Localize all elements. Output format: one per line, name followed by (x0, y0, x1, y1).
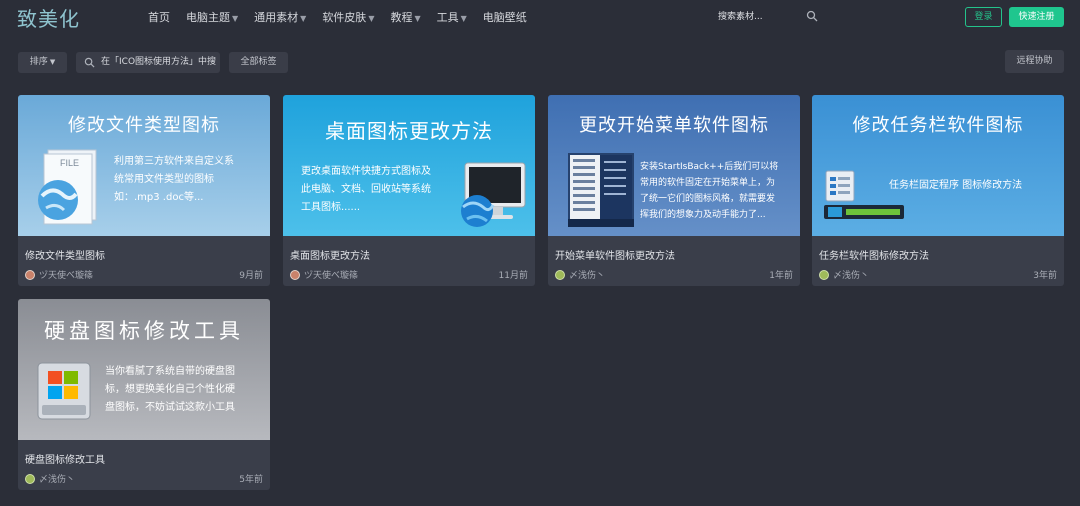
author-name: 〆浅伤丶 (39, 475, 76, 485)
start-menu-screenshot-icon (568, 153, 634, 227)
search-value: 在「ICO图标使用方法」中搜 (101, 57, 217, 67)
sort-button[interactable]: 排序 ▼ (18, 52, 67, 73)
thumb-title: 修改任务栏软件图标 (852, 115, 1024, 136)
avatar (25, 473, 35, 484)
card-author[interactable]: ヅ天使べ璇篠 (290, 268, 358, 281)
register-button[interactable]: 快速注册 (1009, 7, 1064, 27)
author-name: ヅ天使べ璇篠 (304, 271, 359, 281)
filter-toolbar: 排序 ▼ 在「ICO图标使用方法」中搜 全部标签 远程协助 (0, 50, 1080, 74)
card-thumbnail: 桌面图标更改方法 更改桌面软件快捷方式图标及 此电脑、文档、回收站等系统 工具图… (283, 95, 535, 236)
chevron-down-icon: ▼ (460, 14, 467, 23)
author-name: 〆浅伤丶 (569, 271, 606, 281)
desc-line: 当你看腻了系统自带的硬盘图 (105, 366, 235, 377)
article-card[interactable]: 硬盘图标修改工具 当你看腻了系统自带的硬盘图 标，想更换美化自己个性化硬 盘图标… (18, 299, 270, 490)
chevron-down-icon: ▼ (368, 14, 375, 23)
nav-label: 通用素材 (254, 11, 299, 24)
avatar (555, 269, 565, 280)
nav-label: 教程 (390, 11, 413, 24)
desc-line: 安装StartIsBack++后我们可以将 (640, 162, 779, 172)
chevron-down-icon: ▼ (232, 14, 239, 23)
article-card[interactable]: 修改任务栏软件图标 任务栏固定程序 图标修改方法 任务栏软件图标修改方法 〆浅伤… (812, 95, 1064, 286)
desc-line: 盘图标，不妨试试这款小工具 (105, 402, 235, 413)
nav-label: 软件皮肤 (322, 11, 367, 24)
card-time: 5年前 (239, 475, 263, 485)
card-author[interactable]: 〆浅伤丶 (555, 268, 605, 281)
nav-home[interactable]: 首页 (148, 9, 170, 25)
thumb-description: 当你看腻了系统自带的硬盘图 标，想更换美化自己个性化硬 盘图标，不妨试试这款小工… (105, 363, 235, 417)
all-tags-button[interactable]: 全部标签 (229, 52, 288, 73)
thumb-description: 利用第三方软件来自定义系 统常用文件类型的图标 如：.mp3 .doc等... (114, 153, 234, 207)
card-thumbnail: 修改任务栏软件图标 任务栏固定程序 图标修改方法 (812, 95, 1064, 236)
search-icon[interactable] (806, 10, 818, 22)
thumb-description: 更改桌面软件快捷方式图标及 此电脑、文档、回收站等系统 工具图标...... (301, 163, 431, 217)
top-navbar: 致美化 首页 电脑主题 ▼ 通用素材 ▼ 软件皮肤 ▼ 教程 ▼ 工具 ▼ 电脑壁纸 搜索… (0, 0, 1080, 34)
avatar (819, 269, 829, 280)
thumb-title: 桌面图标更改方法 (325, 119, 493, 143)
card-time: 1年前 (769, 271, 793, 281)
thumb-title: 硬盘图标修改工具 (44, 319, 244, 343)
article-card[interactable]: 更改开始菜单软件图标 安装StartIsBack++后我们可以将 常用的软件固定… (548, 95, 800, 286)
desc-line: 此电脑、文档、回收站等系统 (301, 184, 431, 195)
desc-line: 了统一它们的图标风格，就需要发 (640, 194, 776, 204)
nav-wallpaper[interactable]: 电脑壁纸 (483, 9, 527, 25)
nav-label: 工具 (436, 11, 459, 24)
author-name: 〆浅伤丶 (833, 271, 870, 281)
site-logo[interactable]: 致美化 (17, 3, 80, 32)
desc-line: 标，想更换美化自己个性化硬 (105, 384, 235, 395)
thumb-title: 修改文件类型图标 (68, 115, 220, 136)
main-nav: 首页 电脑主题 ▼ 通用素材 ▼ 软件皮肤 ▼ 教程 ▼ 工具 ▼ 电脑壁纸 (148, 9, 543, 25)
card-time: 3年前 (1033, 271, 1057, 281)
card-thumbnail: 硬盘图标修改工具 当你看腻了系统自带的硬盘图 标，想更换美化自己个性化硬 盘图标… (18, 299, 270, 440)
thumb-title: 更改开始菜单软件图标 (579, 115, 769, 136)
card-title[interactable]: 任务栏软件图标修改方法 (819, 247, 929, 262)
top-search-input[interactable]: 搜索素材... (718, 9, 818, 25)
card-title[interactable]: 硬盘图标修改工具 (25, 451, 105, 466)
tag-search-input[interactable]: 在「ICO图标使用方法」中搜 (76, 52, 220, 73)
card-author[interactable]: 〆浅伤丶 (819, 268, 869, 281)
avatar (25, 269, 35, 280)
desc-line: 如：.mp3 .doc等... (114, 192, 204, 203)
chevron-down-icon: ▼ (300, 14, 307, 23)
author-name: ヅ天使べ璇篠 (39, 271, 94, 281)
hard-drive-windows-icon (37, 362, 91, 420)
card-title[interactable]: 开始菜单软件图标更改方法 (555, 247, 675, 262)
caret-down-icon: ▼ (49, 58, 56, 66)
nav-label: 首页 (148, 11, 170, 24)
login-button[interactable]: 登录 (965, 7, 1002, 27)
desc-line: 常用的软件固定在开始菜单上，为 (640, 178, 776, 188)
desc-line: 更改桌面软件快捷方式图标及 (301, 166, 431, 177)
nav-tutorial[interactable]: 教程 ▼ (390, 9, 420, 25)
card-time: 9月前 (239, 271, 263, 281)
file-document-icon: FILE (38, 149, 97, 225)
nav-general-assets[interactable]: 通用素材 ▼ (254, 9, 306, 25)
remote-assist-button[interactable]: 远程协助 (1005, 50, 1064, 73)
thumb-description: 任务栏固定程序 图标修改方法 (889, 177, 1022, 195)
card-author[interactable]: ヅ天使べ璇篠 (25, 268, 93, 281)
monitor-globe-icon (461, 162, 526, 227)
desc-line: 挥我们的想象力及动手能力了... (640, 210, 766, 220)
desc-line: 统常用文件类型的图标 (114, 174, 214, 185)
card-author[interactable]: 〆浅伤丶 (25, 472, 75, 485)
nav-pc-theme[interactable]: 电脑主题 ▼ (186, 9, 238, 25)
desc-line: 工具图标...... (301, 202, 361, 213)
nav-label: 电脑壁纸 (482, 11, 527, 24)
card-thumbnail: 修改文件类型图标 FILE 利用第三方软件来自定义系 统常用文件类型的图标 如：… (18, 95, 270, 236)
sort-label: 排序 (29, 57, 48, 67)
chevron-down-icon: ▼ (414, 14, 421, 23)
card-title[interactable]: 修改文件类型图标 (25, 247, 105, 262)
desc-line: 利用第三方软件来自定义系 (114, 156, 234, 167)
thumb-description: 安装StartIsBack++后我们可以将 常用的软件固定在开始菜单上，为 了统… (640, 159, 778, 223)
desc-line: 任务栏固定程序 图标修改方法 (889, 180, 1023, 191)
card-time: 11月前 (498, 271, 528, 281)
file-label: FILE (60, 158, 79, 168)
card-thumbnail: 更改开始菜单软件图标 安装StartIsBack++后我们可以将 常用的软件固定… (548, 95, 800, 236)
article-card[interactable]: 桌面图标更改方法 更改桌面软件快捷方式图标及 此电脑、文档、回收站等系统 工具图… (283, 95, 535, 286)
card-title[interactable]: 桌面图标更改方法 (290, 247, 370, 262)
search-icon (84, 57, 95, 68)
avatar (290, 269, 300, 280)
article-card[interactable]: 修改文件类型图标 FILE 利用第三方软件来自定义系 统常用文件类型的图标 如：… (18, 95, 270, 286)
nav-label: 电脑主题 (186, 11, 230, 24)
nav-tools[interactable]: 工具 ▼ (437, 9, 467, 25)
nav-software-skin[interactable]: 软件皮肤 ▼ (322, 9, 374, 25)
